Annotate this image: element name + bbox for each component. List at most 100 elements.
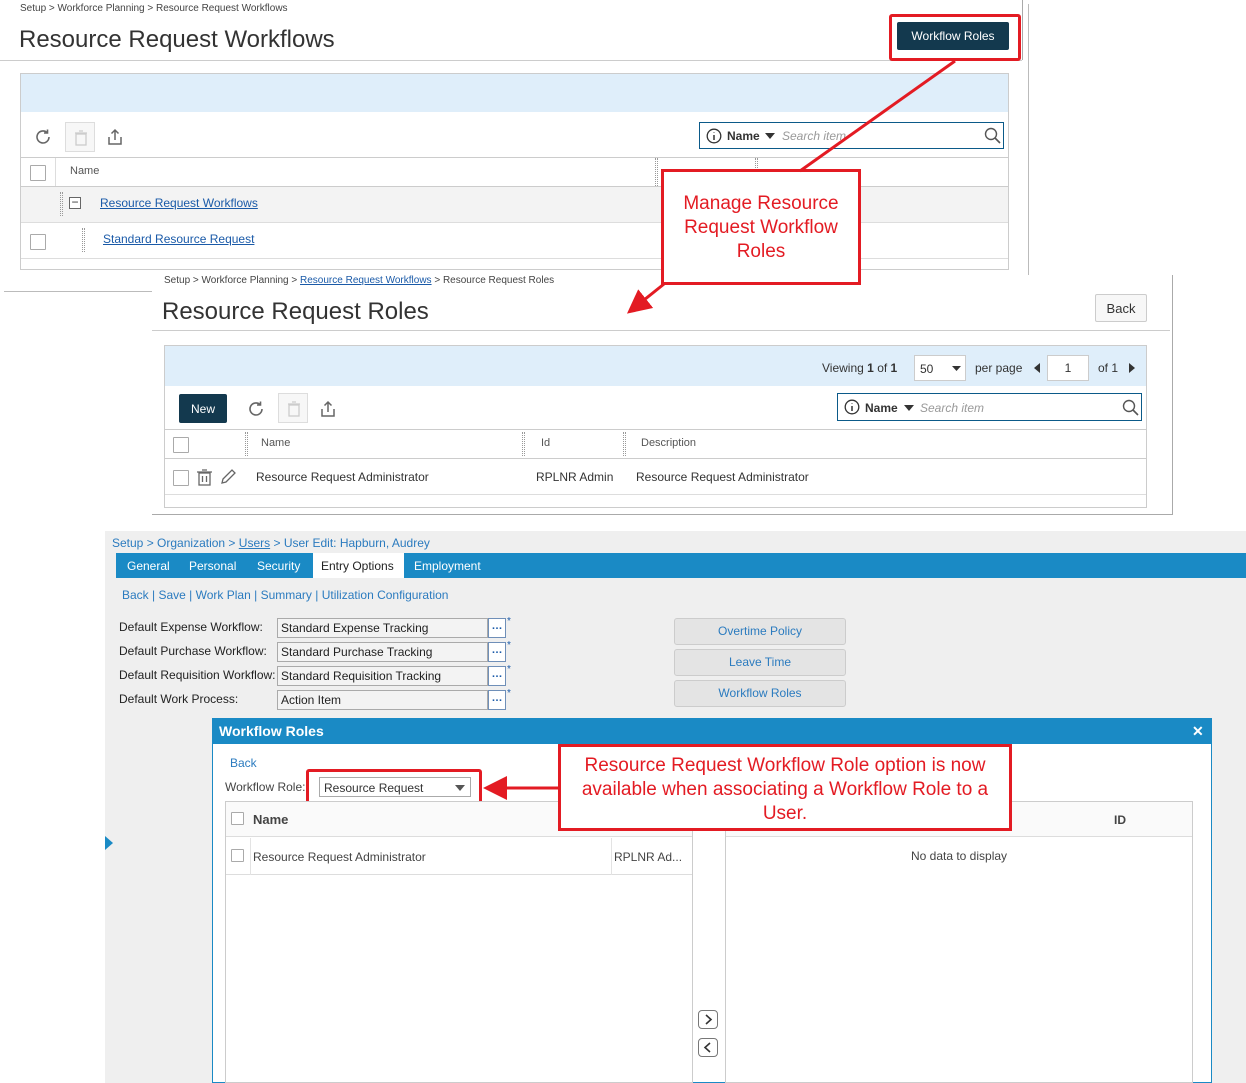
- grid-header-band: [21, 74, 1008, 112]
- purchase-workflow-label: Default Purchase Workflow:: [119, 644, 267, 658]
- column-header-name[interactable]: Name: [261, 437, 290, 449]
- leave-time-button[interactable]: Leave Time: [674, 649, 846, 676]
- role-id: RPLNR Ad...: [614, 850, 683, 864]
- work-plan-link[interactable]: Work Plan: [196, 588, 251, 602]
- tab-personal[interactable]: Personal: [189, 559, 236, 573]
- column-header-id[interactable]: Id: [541, 437, 550, 449]
- purchase-workflow-field[interactable]: Standard Purchase Tracking: [277, 642, 488, 662]
- expense-workflow-lookup-button[interactable]: …: [488, 618, 506, 638]
- workflow-group-link[interactable]: Resource Request Workflows: [100, 196, 258, 210]
- search-icon[interactable]: [1122, 399, 1139, 416]
- expense-workflow-label: Default Expense Workflow:: [119, 620, 263, 634]
- prev-page-icon[interactable]: [1034, 363, 1040, 373]
- refresh-icon[interactable]: [33, 127, 53, 147]
- required-marker: *: [507, 688, 511, 699]
- back-button[interactable]: Back: [1095, 294, 1147, 322]
- search-field-selector[interactable]: Name: [727, 129, 760, 143]
- info-icon: [706, 128, 722, 144]
- edit-pencil-icon[interactable]: [219, 468, 237, 486]
- delete-button[interactable]: [65, 122, 95, 152]
- requisition-workflow-lookup-button[interactable]: …: [488, 666, 506, 686]
- assigned-roles-list: [725, 801, 1193, 1083]
- requisition-workflow-field[interactable]: Standard Requisition Tracking: [277, 666, 488, 686]
- column-resize-handle[interactable]: [245, 432, 248, 456]
- column-header-id[interactable]: ID: [1114, 813, 1126, 827]
- workflow-roles-side-button[interactable]: Workflow Roles: [674, 680, 846, 707]
- breadcrumb-users[interactable]: Users: [239, 536, 270, 550]
- tab-security[interactable]: Security: [257, 559, 300, 573]
- breadcrumb-link[interactable]: Resource Request Workflows: [300, 275, 432, 286]
- caret-down-icon: [765, 133, 775, 139]
- workflow-link[interactable]: Standard Resource Request: [103, 232, 254, 246]
- select-all-checkbox[interactable]: [30, 165, 46, 181]
- work-process-lookup-button[interactable]: …: [488, 690, 506, 710]
- required-marker: *: [507, 616, 511, 627]
- tab-employment[interactable]: Employment: [414, 559, 481, 573]
- search-box[interactable]: Name Search item: [837, 393, 1142, 421]
- row-checkbox[interactable]: [30, 234, 46, 250]
- close-icon[interactable]: ✕: [1192, 723, 1204, 740]
- per-page-value: 50: [920, 362, 934, 376]
- tab-entry-options[interactable]: Entry Options: [313, 553, 404, 578]
- refresh-icon[interactable]: [246, 399, 266, 419]
- summary-link[interactable]: Summary: [261, 588, 312, 602]
- highlight-box: [306, 769, 482, 804]
- viewing-total: 1: [890, 361, 898, 375]
- overtime-policy-button[interactable]: Overtime Policy: [674, 618, 846, 645]
- column-header-name[interactable]: Name: [253, 812, 288, 827]
- column-header-name[interactable]: Name: [70, 165, 99, 177]
- modal-back-link[interactable]: Back: [230, 756, 257, 770]
- action-links: Back | Save | Work Plan | Summary | Util…: [122, 588, 449, 602]
- breadcrumb-organization[interactable]: Organization: [157, 536, 225, 550]
- manage-roles-callout: Manage Resource Request Workflow Roles: [661, 169, 861, 285]
- delete-button[interactable]: [278, 393, 308, 423]
- trash-icon[interactable]: [196, 468, 213, 486]
- new-button[interactable]: New: [179, 394, 227, 423]
- row-checkbox[interactable]: [231, 849, 244, 862]
- page-input[interactable]: 1: [1047, 355, 1089, 381]
- search-icon[interactable]: [984, 127, 1001, 144]
- resource-request-workflows-panel: Setup > Workforce Planning > Resource Re…: [0, 0, 1030, 292]
- page-title: Resource Request Workflows: [19, 26, 335, 53]
- purchase-workflow-lookup-button[interactable]: …: [488, 642, 506, 662]
- info-icon: [844, 399, 860, 415]
- page-total: of 1: [1098, 361, 1119, 375]
- search-field-selector[interactable]: Name: [865, 401, 898, 415]
- next-page-icon[interactable]: [1129, 363, 1135, 373]
- drag-handle[interactable]: [60, 192, 63, 216]
- divider: [1022, 0, 1023, 60]
- chevron-left-icon: [703, 1042, 711, 1053]
- column-resize-handle[interactable]: [623, 432, 626, 456]
- search-input[interactable]: Search item: [920, 401, 984, 415]
- back-link[interactable]: Back: [122, 588, 149, 602]
- expense-workflow-field[interactable]: Standard Expense Tracking: [277, 618, 488, 638]
- column-resize-handle[interactable]: [522, 432, 525, 456]
- search-box[interactable]: Name Search item: [699, 122, 1004, 149]
- column-resize-handle[interactable]: [655, 158, 658, 186]
- select-all-checkbox[interactable]: [231, 812, 244, 825]
- viewing-info: Viewing 1 of 1: [822, 361, 897, 375]
- expand-panel-icon[interactable]: [105, 836, 113, 850]
- breadcrumb-setup[interactable]: Setup: [112, 536, 143, 550]
- row-checkbox[interactable]: [173, 470, 189, 486]
- viewing-current: 1: [867, 361, 874, 375]
- save-link[interactable]: Save: [158, 588, 185, 602]
- select-all-checkbox[interactable]: [173, 437, 189, 453]
- workflow-roles-button[interactable]: Workflow Roles: [897, 22, 1009, 50]
- breadcrumb-text: > Resource Request Roles: [431, 275, 555, 286]
- move-right-button[interactable]: [698, 1010, 718, 1029]
- work-process-field[interactable]: Action Item: [277, 690, 488, 710]
- breadcrumb: Setup > Workforce Planning > Resource Re…: [20, 3, 288, 14]
- move-left-button[interactable]: [698, 1038, 718, 1057]
- export-icon[interactable]: [318, 399, 338, 419]
- per-page-select[interactable]: 50: [914, 355, 966, 381]
- drag-handle[interactable]: [82, 228, 85, 252]
- search-input[interactable]: Search item: [782, 129, 846, 143]
- export-icon[interactable]: [105, 127, 125, 147]
- tab-general[interactable]: General: [127, 559, 170, 573]
- required-marker: *: [507, 664, 511, 675]
- column-header-description[interactable]: Description: [641, 437, 696, 449]
- breadcrumb: Setup > Organization > Users > User Edit…: [112, 536, 430, 550]
- collapse-icon[interactable]: −: [69, 196, 81, 209]
- utilization-configuration-link[interactable]: Utilization Configuration: [322, 588, 449, 602]
